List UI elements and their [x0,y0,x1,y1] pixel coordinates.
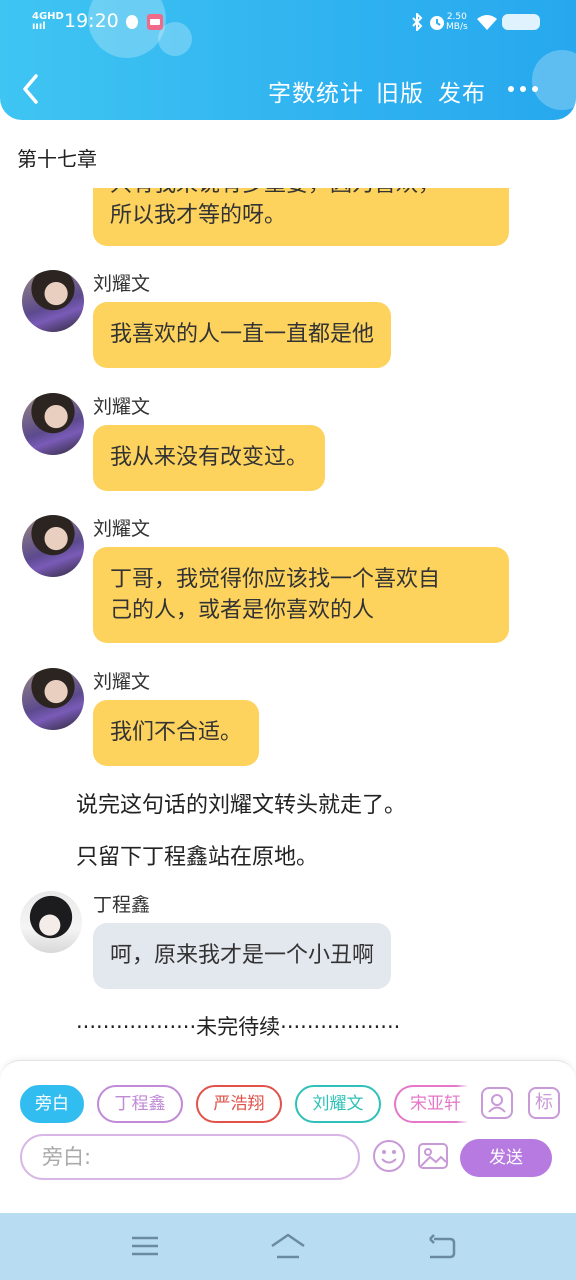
to-be-continued-text[interactable]: ··················未完待续·················· [76,1011,400,1041]
chat-editor-screen: 4GHD ıııl 19:20 2.50 MB/s 字数统计 旧版 发布 第十七… [0,0,576,1280]
speed-unit: MB/s [446,22,468,32]
more-options-icon[interactable] [506,86,540,94]
battery-icon [502,14,540,30]
chat-area[interactable]: 只有我来说有多重要，因为喜欢， 所以我才等的呀。 刘耀文 我喜欢的人一直一直都是… [0,188,576,1048]
sender-name: 刘耀文 [93,671,151,693]
narration-text[interactable]: 说完这句话的刘耀文转头就走了。 [76,787,406,819]
sender-name: 刘耀文 [93,273,151,295]
message-bubble[interactable]: 呵，原来我才是一个小丑啊 [93,923,392,989]
menu-icon[interactable] [128,1231,162,1261]
signal-icon: ıııl [32,21,46,32]
role-chip-yan-haoxiang[interactable]: 严浩翔 [196,1085,282,1123]
back-arrow-icon[interactable] [18,72,46,106]
message-line: 我从来没有改变过。 [110,445,309,470]
bluetooth-icon [412,13,423,31]
chip-scroll-fade [456,1081,468,1127]
message-line: 只有我来说有多重要，因为喜欢， [110,188,492,200]
message-line: 己的人，或者是你喜欢的人 [110,598,375,623]
wifi-icon [477,15,497,30]
old-version-link[interactable]: 旧版 [376,74,424,108]
clock: 19:20 [64,10,119,32]
avatar-ding-chengxin[interactable] [20,891,82,953]
app-header: 4GHD ıııl 19:20 2.50 MB/s 字数统计 旧版 发布 [0,0,576,120]
home-icon[interactable] [269,1231,307,1261]
alarm-icon [430,16,444,30]
message-bubble[interactable]: 丁哥，我觉得你应该找一个喜欢自 己的人，或者是你喜欢的人 [93,547,509,643]
message-line: 所以我才等的呀。 [110,203,287,228]
role-chip-narrator[interactable]: 旁白 [20,1085,84,1123]
status-bar: 4GHD ıııl 19:20 2.50 MB/s [0,8,576,38]
image-icon[interactable] [416,1139,450,1173]
message-bubble[interactable]: 我从来没有改变过。 [93,425,326,491]
send-button[interactable]: 发送 [460,1139,552,1177]
qq-icon [126,15,138,29]
narration-text[interactable]: 只留下丁程鑫站在原地。 [76,839,318,871]
speed-value: 2.50 [446,12,467,22]
message-bubble[interactable]: 我喜欢的人一直一直都是他 [93,302,392,368]
tag-icon[interactable]: 标 [528,1087,560,1119]
back-icon[interactable] [424,1231,458,1261]
app-notification-icon [147,14,163,30]
message-bubble[interactable]: 我们不合适。 [93,700,260,766]
avatar-liu-yaowen[interactable] [22,668,84,730]
message-line: 我们不合适。 [110,720,243,745]
network-indicator: 4GHD ıııl [32,12,64,32]
avatar-liu-yaowen[interactable] [22,515,84,577]
avatar-liu-yaowen[interactable] [22,393,84,455]
sender-name: 刘耀文 [93,396,151,418]
message-line: 丁哥，我觉得你应该找一个喜欢自 [110,567,441,592]
role-chip-liu-yaowen[interactable]: 刘耀文 [295,1085,381,1123]
publish-link[interactable]: 发布 [438,74,486,108]
add-role-icon[interactable] [481,1087,513,1119]
word-count-link[interactable]: 字数统计 [268,74,364,108]
message-bubble[interactable]: 只有我来说有多重要，因为喜欢， 所以我才等的呀。 [93,188,509,246]
system-nav-bar [0,1213,576,1280]
message-line: 我喜欢的人一直一直都是他 [110,322,375,347]
role-chip-ding-chengxin[interactable]: 丁程鑫 [97,1085,183,1123]
message-input[interactable]: 旁白: [20,1134,360,1180]
sender-name: 刘耀文 [93,518,151,540]
decor-bubble [532,50,576,110]
composer-panel: 旁白 丁程鑫 严浩翔 刘耀文 宋亚轩 标 旁白: 发送 [0,1060,576,1215]
network-speed: 2.50 MB/s [446,12,468,32]
sender-name: 丁程鑫 [93,894,151,916]
emoji-icon[interactable] [372,1139,406,1173]
avatar-liu-yaowen[interactable] [22,270,84,332]
chapter-title: 第十七章 [17,147,97,171]
message-line: 呵，原来我才是一个小丑啊 [110,943,375,968]
